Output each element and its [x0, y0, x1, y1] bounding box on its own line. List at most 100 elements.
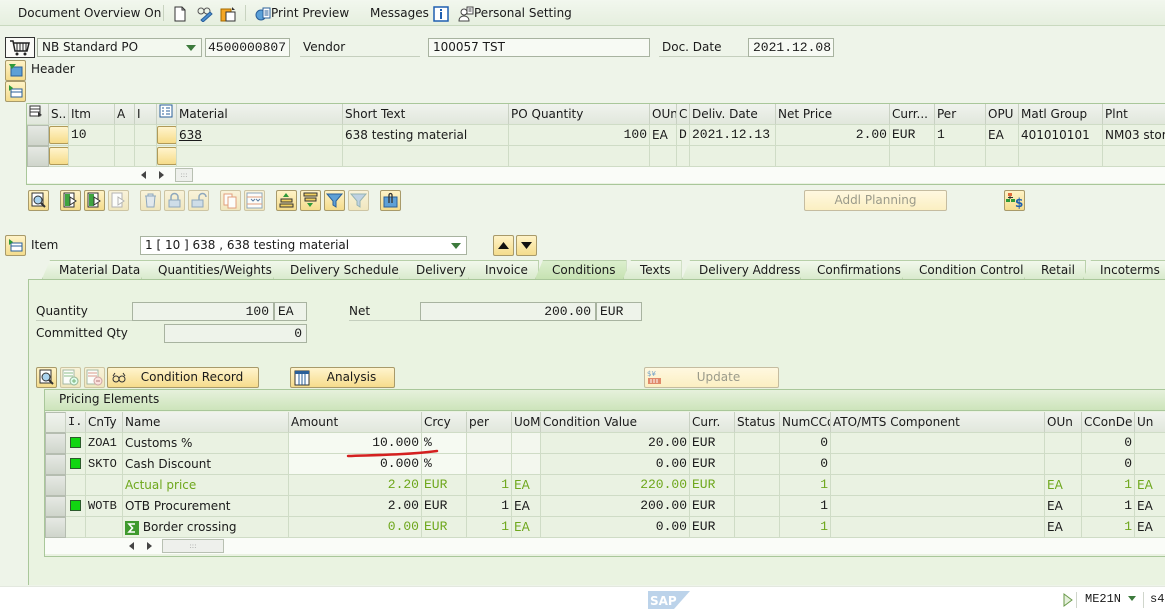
- col-header-name[interactable]: Name: [123, 412, 289, 433]
- tab-invoice[interactable]: Invoice: [468, 260, 539, 279]
- col-header-item-category[interactable]: I: [135, 104, 157, 125]
- condition-type-cell[interactable]: WOTB: [86, 496, 123, 517]
- col-header-uom[interactable]: UoM: [512, 412, 541, 433]
- col-header-condition-value[interactable]: Condition Value: [541, 412, 690, 433]
- condition-row[interactable]: WOTB OTB Procurement 2.00 EUR 1 EA 200.0…: [45, 496, 1165, 517]
- row-selector[interactable]: [45, 475, 66, 496]
- tab-incoterms[interactable]: Incoterms: [1083, 260, 1165, 279]
- col-header-crcy[interactable]: Crcy: [422, 412, 467, 433]
- order-unit-cell[interactable]: EA: [650, 125, 677, 146]
- date-category-cell[interactable]: [677, 146, 690, 167]
- condition-row-sum[interactable]: Border crossing 0.00 EUR 1 EA 0.00 EUR 1…: [45, 517, 1165, 538]
- condition-type-cell[interactable]: SKTO: [86, 454, 123, 475]
- matl-group-cell[interactable]: [1019, 146, 1103, 167]
- material-select-button[interactable]: [157, 126, 176, 144]
- select-all-button[interactable]: [45, 412, 66, 433]
- material-cell[interactable]: [177, 146, 343, 167]
- unlock-button[interactable]: [188, 190, 209, 211]
- row-selector[interactable]: [27, 146, 49, 167]
- addl-planning-button[interactable]: Addl Planning: [804, 190, 947, 211]
- status-play-button[interactable]: [1063, 593, 1073, 610]
- po-number-field[interactable]: 4500000807: [205, 38, 290, 57]
- col-header-short-text[interactable]: Short Text: [343, 104, 509, 125]
- per-cell[interactable]: 1: [935, 125, 986, 146]
- shopping-cart-button[interactable]: [5, 37, 35, 58]
- item-number-cell[interactable]: [69, 146, 115, 167]
- attachment-button[interactable]: [380, 190, 401, 211]
- document-overview-button[interactable]: Document Overview On: [18, 4, 161, 22]
- tab-condition-control[interactable]: Condition Control: [902, 260, 1035, 279]
- col-header-currency[interactable]: Curr...: [890, 104, 935, 125]
- net-price-cell[interactable]: [776, 146, 890, 167]
- tab-texts[interactable]: Texts: [623, 260, 682, 279]
- acct-assign-cell[interactable]: [115, 125, 135, 146]
- items-horizontal-scrollbar[interactable]: :::: [27, 167, 1165, 183]
- col-header-status[interactable]: Status: [735, 412, 780, 433]
- split-button[interactable]: [244, 190, 265, 211]
- opu-cell[interactable]: EA: [986, 125, 1019, 146]
- col-header-inactive[interactable]: I...: [66, 412, 86, 433]
- per-cell[interactable]: [467, 454, 512, 475]
- pricing-hierarchy-button[interactable]: $: [1004, 190, 1025, 211]
- col-header-order-unit[interactable]: OUn: [650, 104, 677, 125]
- uom-cell[interactable]: [512, 454, 541, 475]
- item-category-cell[interactable]: [135, 125, 157, 146]
- currency-cell[interactable]: EUR: [890, 125, 935, 146]
- scroll-thumb[interactable]: :::: [175, 168, 193, 182]
- item-select-dropdown[interactable]: 1 [ 10 ] 638 , 638 testing material: [140, 236, 467, 255]
- status-button[interactable]: [49, 126, 68, 144]
- print-preview-button[interactable]: Print Preview: [255, 4, 349, 22]
- previous-item-button[interactable]: [493, 235, 514, 256]
- item-category-cell[interactable]: [135, 146, 157, 167]
- row-selector[interactable]: [45, 433, 66, 454]
- condition-row-subtotal[interactable]: Actual price 2.20 EUR 1 EA 220.00 EUR 1 …: [45, 475, 1165, 496]
- analysis-button[interactable]: Analysis: [290, 367, 395, 388]
- col-header-po-quantity[interactable]: PO Quantity: [509, 104, 650, 125]
- amount-cell[interactable]: 2.00: [289, 496, 422, 517]
- tab-confirmations[interactable]: Confirmations: [800, 260, 912, 279]
- col-header-matl-group[interactable]: Matl Group: [1019, 104, 1103, 125]
- quantity-unit-field[interactable]: EA: [274, 302, 307, 321]
- remove-filter-button[interactable]: [348, 190, 369, 211]
- scroll-right-icon[interactable]: [159, 171, 164, 179]
- info-button[interactable]: [433, 4, 449, 22]
- col-header-date-category[interactable]: C: [677, 104, 690, 125]
- deliv-date-cell[interactable]: 2021.12.13: [690, 125, 776, 146]
- net-currency-field[interactable]: EUR: [596, 302, 642, 321]
- copy-line-button[interactable]: [108, 190, 129, 211]
- material-help-icon-cell[interactable]: [157, 104, 177, 125]
- scroll-thumb[interactable]: :::: [162, 539, 224, 553]
- scroll-left-icon[interactable]: [141, 171, 146, 179]
- material-select-cell[interactable]: [157, 125, 177, 146]
- tab-retail[interactable]: Retail: [1024, 260, 1086, 279]
- date-category-cell[interactable]: D: [677, 125, 690, 146]
- net-value-field[interactable]: 200.00: [420, 302, 596, 321]
- condition-row[interactable]: ZOA1 Customs % 10.000 % 20.00 EUR 0 0: [45, 433, 1165, 454]
- row-selector[interactable]: [45, 517, 66, 538]
- col-header-material[interactable]: Material: [177, 104, 343, 125]
- uom-cell[interactable]: [512, 433, 541, 454]
- matl-group-cell[interactable]: 401010101: [1019, 125, 1103, 146]
- collapse-item-detail-button[interactable]: [5, 235, 26, 256]
- sort-desc-button[interactable]: [300, 190, 321, 211]
- plant-cell[interactable]: [1103, 146, 1165, 167]
- update-button[interactable]: $¥ Update: [644, 367, 779, 388]
- col-header-oun[interactable]: OUn: [1045, 412, 1082, 433]
- table-row[interactable]: 10 638 638 testing material 100 EA D 202…: [27, 125, 1165, 146]
- col-header-amount[interactable]: Amount: [289, 412, 422, 433]
- doc-date-field[interactable]: 2021.12.08: [748, 38, 834, 57]
- col-header-numcco[interactable]: NumCCo: [780, 412, 831, 433]
- per-cell[interactable]: 1: [467, 496, 512, 517]
- other-document-button[interactable]: [220, 4, 238, 22]
- material-select-cell[interactable]: [157, 146, 177, 167]
- lock-button[interactable]: [164, 190, 185, 211]
- col-header-opu[interactable]: OPU: [986, 104, 1019, 125]
- col-header-status[interactable]: S..: [49, 104, 69, 125]
- table-settings-button[interactable]: [27, 104, 49, 125]
- status-cell[interactable]: [49, 146, 69, 167]
- expand-header-button[interactable]: [5, 60, 26, 81]
- row-selector[interactable]: [45, 496, 66, 517]
- plant-cell[interactable]: NM03 store: [1103, 125, 1165, 146]
- col-header-condition-type[interactable]: CnTy: [86, 412, 123, 433]
- item-details-button[interactable]: [28, 190, 49, 211]
